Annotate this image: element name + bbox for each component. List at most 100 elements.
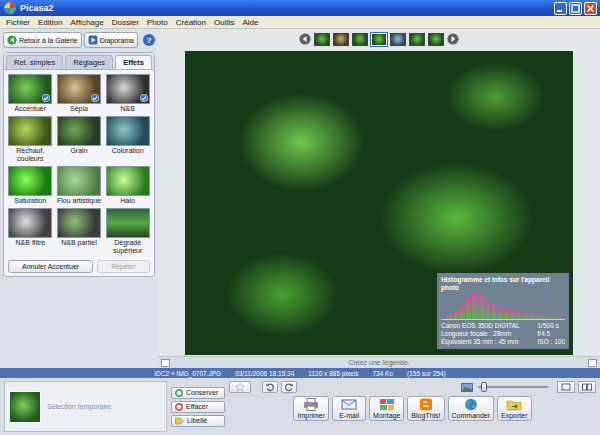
menu-item[interactable]: Outils [210,18,238,27]
rotate-right-button[interactable] [281,381,297,393]
title-bar: Picasa2 [0,0,600,16]
tray-button[interactable]: Conserver [171,387,225,399]
tray-button-label: Libellé [187,417,207,424]
histogram-bar [522,313,527,319]
tray-buttons: Conserver Effacer Libellé [171,381,225,432]
status-item: 734 Ko [372,370,393,377]
window-title: Picasa2 [20,3,54,13]
histogram-bar [460,306,465,319]
menu-item[interactable]: Aide [238,18,262,27]
dot-icon [175,389,183,397]
action-button[interactable]: Commander [448,396,495,421]
menu-item[interactable]: Création [172,18,210,27]
effect-thumbnail [106,166,150,196]
filmstrip-thumbnail[interactable] [333,33,349,46]
filmstrip-thumbnail[interactable] [371,33,387,46]
histogram-bar [510,310,515,319]
menu-item[interactable]: Dossier [108,18,143,27]
effect-item[interactable]: N&B partiel [57,208,102,255]
action-label: Imprimer [297,412,325,419]
effect-label: Grain [70,147,87,155]
filmstrip-thumbnail[interactable] [314,33,330,46]
effect-item[interactable]: Accentuer [8,74,53,113]
tab[interactable]: Ret. simples [6,55,63,69]
export-folder-icon [506,398,522,411]
effect-thumbnail [8,116,52,146]
effect-actions: Annuler AccentuerRépéter [4,257,154,273]
effect-item[interactable]: Sépia [57,74,102,113]
histogram-bar [497,307,502,319]
photo-tray: Sélection temporaire Conserver Effacer L… [0,378,600,435]
menu-item[interactable]: Affichage [66,18,107,27]
histogram-bar [485,301,490,319]
menu-item[interactable]: Edition [34,18,66,27]
status-item: (155 sur 254) [407,370,446,377]
filmstrip-thumbnail[interactable] [390,33,406,46]
next-arrow-icon[interactable] [447,33,459,45]
slider-knob[interactable] [481,382,487,392]
effect-item[interactable]: Réchauf. couleurs [8,116,53,163]
star-button[interactable] [229,381,251,393]
filmstrip-thumbnail[interactable] [352,33,368,46]
effect-item[interactable]: Flou artistique [57,166,102,205]
photo-stage: Histogramme et infos sur l'appareil phot… [158,49,600,356]
tray-thumbnail[interactable] [9,391,41,423]
edit-panel: Retour à la Galerie Diaporama ? Ret. sim… [0,29,158,368]
play-icon [88,35,98,45]
tray-button[interactable]: Libellé [171,415,225,427]
action-button[interactable]: Montage [369,396,404,421]
picasa-window: Picasa2 FichierEditionAffichageDossierPh… [0,0,600,435]
action-button[interactable]: BlogThis! [407,396,444,421]
action-button[interactable]: Imprimer [293,396,329,421]
action-button[interactable]: Exporter [497,396,531,421]
effect-label: N&B filtré [16,239,46,247]
maximize-button[interactable] [569,2,582,15]
action-button[interactable]: E-mail [332,396,366,421]
effect-thumbnail [8,166,52,196]
filmstrip [158,29,600,49]
effects-grid: Accentuer Sépia N&B Réchauf. couleurs Gr… [4,70,154,257]
effect-item[interactable]: Grain [57,116,102,163]
effect-item[interactable]: Dégradé supérieur [105,208,150,255]
tab[interactable]: Effets [115,55,152,69]
tab[interactable]: Réglages [65,55,113,69]
tray-button[interactable]: Effacer [171,401,225,413]
effect-thumbnail [57,166,101,196]
minimize-button[interactable] [554,2,567,15]
back-to-gallery-button[interactable]: Retour à la Galerie [3,32,82,48]
caption-right-icon[interactable] [588,359,597,367]
histogram-bar [547,317,552,319]
rotate-left-icon [265,382,275,392]
effect-item[interactable]: N&B filtré [8,208,53,255]
previous-arrow-icon[interactable] [299,33,311,45]
effect-item[interactable]: Halo [105,166,150,205]
slideshow-button[interactable]: Diaporama [84,32,138,48]
view-single-button[interactable] [557,381,575,393]
applied-check-icon [42,94,50,102]
view-compare-button[interactable] [578,381,596,393]
photo-tools [229,381,297,393]
camera-info-text: f/4.5 [538,330,565,338]
action-buttons: Imprimer E-mail Montage BlogThis! Comman… [229,396,596,421]
effect-item[interactable]: Saturation [8,166,53,205]
action-label: Commander [452,412,491,419]
filmstrip-thumbnail[interactable] [428,33,444,46]
globe-icon [463,398,479,411]
effects-panel: Ret. simplesRéglagesEffets Accentuer Sép… [3,52,155,277]
histogram-bar [535,315,540,319]
effect-item[interactable]: N&B [105,74,150,113]
help-button[interactable]: ? [143,34,155,46]
rotate-left-button[interactable] [262,381,278,393]
menu-item[interactable]: Photo [143,18,172,27]
effect-action-button[interactable]: Annuler Accentuer [8,260,93,273]
caption-field[interactable]: Créez une légende. [170,359,588,366]
menu-item[interactable]: Fichier [2,18,34,27]
photo-viewer: Histogramme et infos sur l'appareil phot… [158,29,600,368]
filmstrip-thumbnail[interactable] [409,33,425,46]
close-button[interactable] [584,2,597,15]
caption-left-icon[interactable] [161,359,170,367]
tray-tools: Imprimer E-mail Montage BlogThis! Comman… [229,381,596,432]
caption-bar: Créez une légende. [158,356,600,368]
zoom-slider[interactable] [478,382,548,392]
effect-item[interactable]: Coloration [105,116,150,163]
